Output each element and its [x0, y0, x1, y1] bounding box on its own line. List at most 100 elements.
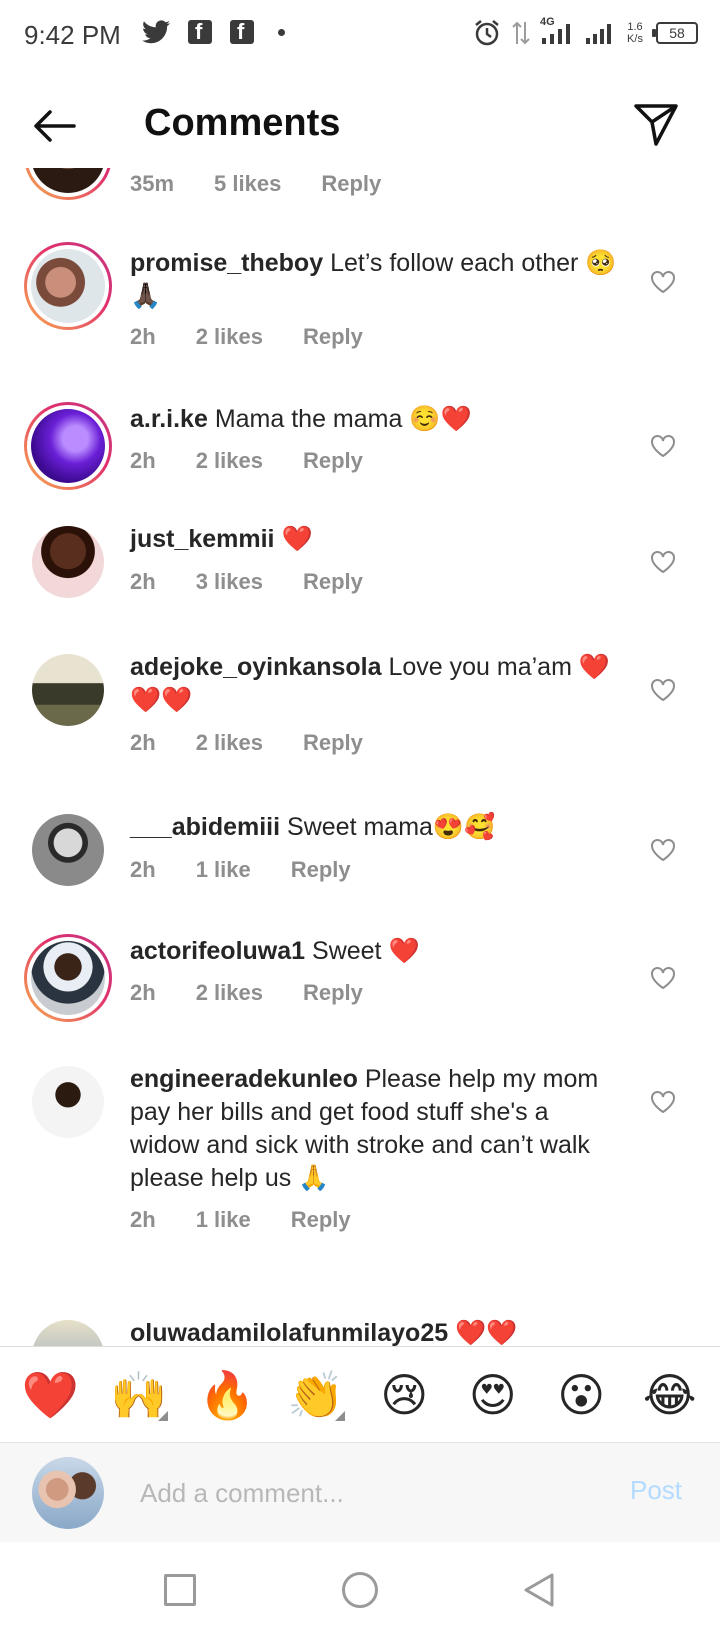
comment-time: 2h [130, 324, 156, 349]
avatar[interactable] [24, 168, 112, 200]
send-icon[interactable] [632, 102, 680, 148]
battery-icon: 58 [652, 22, 698, 44]
back-arrow-icon[interactable] [30, 106, 78, 146]
comment-username[interactable]: actorifeoluwa1 [130, 937, 305, 965]
comment-time: 2h [130, 569, 156, 594]
status-time: 9:42 PM [24, 20, 121, 50]
comment-list[interactable]: 35m 5 likes Reply promise_theboy Let’s f… [0, 168, 720, 1348]
comment-text: engineeradekunleo Please help my mom pay… [130, 1063, 620, 1195]
comment-message: Sweet ❤️ [312, 937, 420, 965]
emoji-raising-hands[interactable]: 🙌 [104, 1367, 174, 1423]
comment-time: 2h [130, 857, 156, 882]
my-avatar [32, 1457, 104, 1529]
comment-username[interactable]: oluwadamilolafunmilayo25 [130, 1319, 448, 1347]
comment-meta: 2h 2 likes Reply [130, 324, 363, 350]
data-transfer-icon [512, 21, 530, 45]
avatar[interactable] [32, 814, 104, 886]
speed-unit: K/s [627, 33, 643, 45]
avatar[interactable] [32, 1320, 104, 1348]
comment-text: just_kemmii ❤️ [130, 523, 620, 556]
comment-username[interactable]: promise_theboy [130, 249, 323, 277]
emoji-fire[interactable]: 🔥 [192, 1367, 262, 1423]
comment-text: a.r.i.ke Mama the mama ☺️❤️ [130, 403, 620, 436]
comments-header: Comments [0, 72, 720, 182]
reply-button[interactable]: Reply [321, 171, 381, 197]
reply-button[interactable]: Reply [303, 730, 363, 756]
reply-button[interactable]: Reply [303, 569, 363, 595]
comment-likes[interactable]: 2 likes [196, 448, 263, 474]
comment-username[interactable]: just_kemmii [130, 525, 275, 553]
signal-icon [586, 24, 611, 44]
like-heart-icon[interactable] [650, 838, 676, 862]
like-heart-icon[interactable] [650, 1090, 676, 1114]
post-button[interactable]: Post [630, 1475, 682, 1506]
comment-time: 2h [130, 448, 156, 473]
emoji-clapping[interactable]: 👏 [281, 1367, 351, 1423]
comment-text: actorifeoluwa1 Sweet ❤️ [130, 935, 620, 968]
avatar[interactable] [32, 654, 104, 726]
alarm-icon [475, 20, 499, 46]
reply-button[interactable]: Reply [303, 980, 363, 1006]
page-title: Comments [144, 102, 341, 144]
reply-button[interactable]: Reply [303, 324, 363, 350]
comment-text: oluwadamilolafunmilayo25 ❤️❤️ [130, 1317, 620, 1348]
comment-time: 2h [130, 730, 156, 755]
comment-message: ❤️ [281, 525, 313, 553]
avatar[interactable] [24, 402, 112, 490]
comment-input-bar: Post [0, 1442, 720, 1542]
emoji-heart-eyes[interactable]: 😍 [458, 1367, 528, 1423]
comment-username[interactable]: adejoke_oyinkansola [130, 653, 382, 681]
reply-button[interactable]: Reply [303, 448, 363, 474]
signal-icon: 4G [540, 16, 574, 46]
status-bar: 9:42 PM 4G 1.6 K/s 58 [0, 0, 720, 72]
comment-message: ❤️❤️ [455, 1319, 518, 1347]
facebook-icon [188, 19, 212, 45]
reply-button[interactable]: Reply [291, 857, 351, 883]
emoji-heart[interactable]: ❤️ [15, 1367, 85, 1423]
comment-time: 2h [130, 1207, 156, 1232]
comment-meta: 2h 2 likes Reply [130, 980, 363, 1006]
network-speed: 1.6 K/s [624, 21, 646, 45]
reply-button[interactable]: Reply [291, 1207, 351, 1233]
home-icon[interactable] [342, 1572, 378, 1608]
comment-username[interactable]: engineeradekunleo [130, 1065, 358, 1093]
comment-meta: 2h 2 likes Reply [130, 448, 363, 474]
comment-meta: 2h 1 like Reply [130, 1207, 351, 1233]
avatar[interactable] [32, 1066, 104, 1138]
twitter-icon [142, 20, 170, 44]
avatar[interactable] [32, 526, 104, 598]
comment-likes[interactable]: 2 likes [196, 324, 263, 350]
comment-likes[interactable]: 1 like [196, 1207, 251, 1233]
comment-text: adejoke_oyinkansola Love you ma’am ❤️❤️❤… [130, 651, 620, 717]
dot-icon [278, 28, 285, 36]
comment-likes[interactable]: 3 likes [196, 569, 263, 595]
comment-text: promise_theboy Let’s follow each other 🥺… [130, 247, 620, 313]
comment-username[interactable]: a.r.i.ke [130, 405, 208, 433]
emoji-reaction-bar: ❤️ 🙌 🔥 👏 😢 😍 😮 😂 [0, 1346, 720, 1442]
comment-message: Mama the mama ☺️❤️ [214, 405, 472, 433]
comment-input[interactable] [140, 1471, 570, 1515]
comment-time: 2h [130, 980, 156, 1005]
recents-icon[interactable] [164, 1574, 196, 1606]
comment-time: 35m [130, 171, 175, 196]
avatar[interactable] [24, 242, 112, 330]
facebook-icon [230, 19, 254, 45]
comment-likes[interactable]: 1 like [196, 857, 251, 883]
emoji-surprised[interactable]: 😮 [546, 1367, 616, 1423]
notification-icons [142, 19, 285, 45]
like-heart-icon[interactable] [650, 270, 676, 294]
comment-likes[interactable]: 2 likes [196, 980, 263, 1006]
like-heart-icon[interactable] [650, 678, 676, 702]
like-heart-icon[interactable] [650, 434, 676, 458]
like-heart-icon[interactable] [650, 966, 676, 990]
comment-likes[interactable]: 5 likes [214, 171, 281, 197]
comment-meta: 2h 1 like Reply [130, 857, 351, 883]
back-triangle-icon[interactable] [522, 1572, 556, 1608]
emoji-crying[interactable]: 😢 [369, 1367, 439, 1423]
comment-likes[interactable]: 2 likes [196, 730, 263, 756]
emoji-laughing[interactable]: 😂 [635, 1367, 705, 1423]
comment-username[interactable]: ___abidemiii [130, 813, 280, 841]
like-heart-icon[interactable] [650, 550, 676, 574]
avatar[interactable] [24, 934, 112, 1022]
comment-meta: 2h 3 likes Reply [130, 569, 363, 595]
